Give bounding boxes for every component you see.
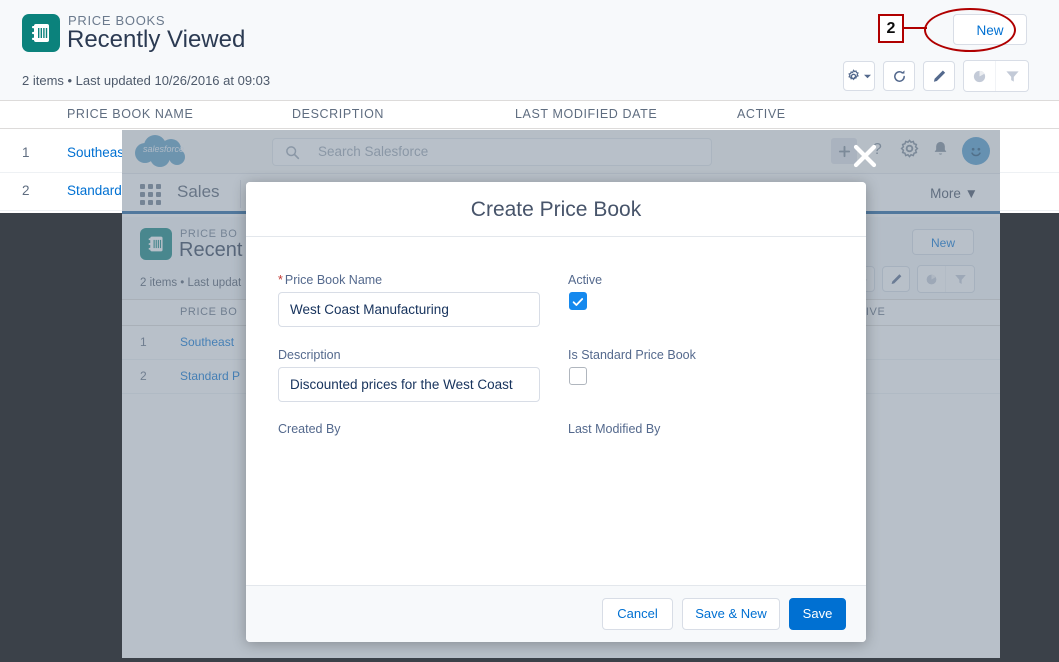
search-icon <box>285 145 300 165</box>
modal-title: Create Price Book <box>470 198 642 221</box>
price-book-name-input[interactable]: West Coast Manufacturing <box>278 292 540 327</box>
list-settings-button[interactable] <box>843 61 875 91</box>
annotation-highlight-ellipse <box>924 8 1016 52</box>
filter-icon <box>1005 70 1019 82</box>
nested-column-header-name[interactable]: PRICE BO <box>180 306 237 318</box>
modal-body: * Price Book Name West Coast Manufacturin… <box>246 237 866 585</box>
nested-list-view-controls-group <box>917 265 975 293</box>
search-placeholder: Search Salesforce <box>318 144 429 159</box>
list-toolbar <box>835 60 1029 92</box>
nested-salesforce-window: salesforce Search Salesforce ? Sales Mor… <box>122 130 1000 658</box>
list-meta-text: 2 items • Last updated 10/26/2016 at 09:… <box>22 73 271 88</box>
nested-page-title: Recent <box>179 239 243 261</box>
row-index: 1 <box>140 335 147 349</box>
price-book-icon <box>140 228 172 260</box>
svg-text:salesforce: salesforce <box>143 144 184 154</box>
refresh-icon <box>893 70 905 82</box>
column-header-last-modified[interactable]: LAST MODIFIED DATE <box>515 107 657 121</box>
current-app-name[interactable]: Sales <box>177 182 220 202</box>
search-input[interactable]: Search Salesforce <box>272 138 712 166</box>
modal-footer: Cancel Save & New Save <box>246 585 866 642</box>
filter-button[interactable] <box>996 61 1028 91</box>
price-book-link[interactable]: Southeas <box>67 145 124 160</box>
last-modified-by-label: Last Modified By <box>568 422 661 436</box>
chevron-down-icon <box>864 74 871 78</box>
app-launcher-icon[interactable] <box>140 184 162 206</box>
gear-icon[interactable] <box>900 139 919 163</box>
annotation-step-badge: 2 <box>878 14 904 43</box>
close-icon[interactable] <box>852 143 878 169</box>
row-index: 2 <box>140 369 147 383</box>
row-index: 1 <box>22 145 30 160</box>
avatar[interactable] <box>962 137 990 165</box>
nested-filter-button[interactable] <box>946 266 974 292</box>
chart-icon <box>973 70 986 82</box>
price-book-icon <box>22 14 60 52</box>
nested-chart-button[interactable] <box>918 266 946 292</box>
page-title: Recently Viewed <box>67 26 246 53</box>
chart-icon <box>926 274 937 284</box>
edit-button[interactable] <box>923 61 955 91</box>
column-header-name[interactable]: PRICE BOOK NAME <box>67 107 193 121</box>
description-input[interactable]: Discounted prices for the West Coast <box>278 367 540 402</box>
column-header-description[interactable]: DESCRIPTION <box>292 107 384 121</box>
chevron-down-icon: ▼ <box>964 186 978 201</box>
is-standard-price-book-checkbox[interactable] <box>569 367 587 385</box>
pencil-icon <box>891 273 901 284</box>
row-index: 2 <box>22 183 30 198</box>
nested-edit-button[interactable] <box>882 266 910 292</box>
modal-header: Create Price Book <box>246 182 866 237</box>
nav-more-label: More <box>930 186 961 201</box>
required-marker: * <box>278 273 283 287</box>
price-book-link[interactable]: Southeast <box>180 335 234 349</box>
bell-icon[interactable] <box>932 140 949 163</box>
outer-column-headers: PRICE BOOK NAME DESCRIPTION LAST MODIFIE… <box>0 101 1059 129</box>
created-by-label: Created By <box>278 422 341 436</box>
price-book-link[interactable]: Standard P <box>180 369 240 383</box>
column-header-active[interactable]: ACTIVE <box>737 107 786 121</box>
description-label: Description <box>278 348 341 362</box>
create-price-book-modal: Create Price Book * Price Book Name West … <box>246 182 866 642</box>
salesforce-logo[interactable]: salesforce <box>131 133 207 171</box>
pencil-icon <box>933 70 945 82</box>
nested-new-button[interactable]: New <box>912 229 974 255</box>
nav-more-item[interactable]: More ▼ <box>930 186 978 201</box>
save-button[interactable]: Save <box>789 598 846 630</box>
active-checkbox[interactable] <box>569 292 587 310</box>
price-book-link[interactable]: Standard <box>67 183 122 198</box>
active-label: Active <box>568 273 603 287</box>
cancel-button[interactable]: Cancel <box>602 598 673 630</box>
save-and-new-button[interactable]: Save & New <box>682 598 780 630</box>
nested-list-meta: 2 items • Last updat <box>140 277 242 289</box>
price-book-name-label: * Price Book Name <box>278 273 382 287</box>
refresh-button[interactable] <box>883 61 915 91</box>
gear-icon <box>848 68 859 80</box>
is-standard-price-book-label: Is Standard Price Book <box>568 348 696 362</box>
list-view-controls-group <box>963 60 1029 92</box>
chart-button[interactable] <box>964 61 996 91</box>
nav-divider <box>240 180 241 208</box>
price-book-name-label-text: Price Book Name <box>284 273 383 287</box>
filter-icon <box>954 274 966 284</box>
